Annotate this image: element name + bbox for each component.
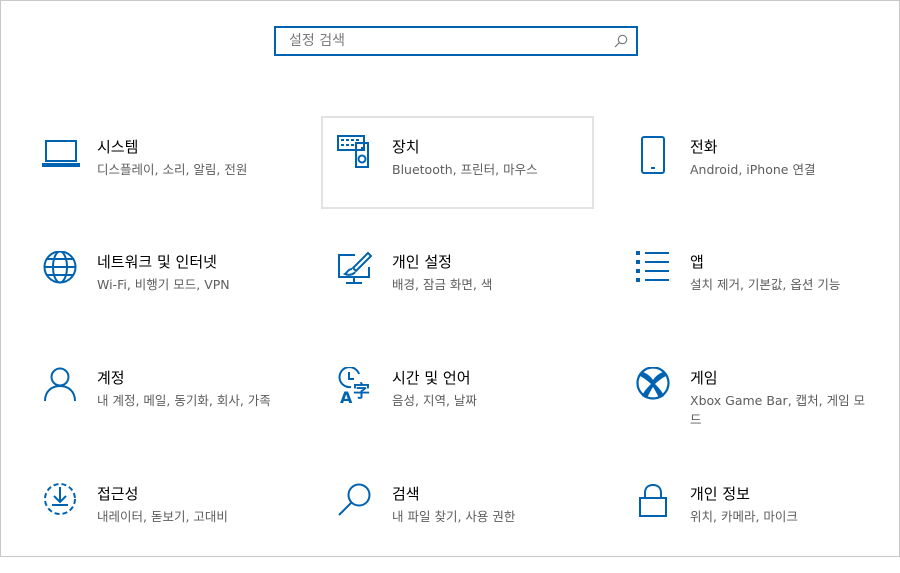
- svg-text:A: A: [340, 388, 353, 407]
- tile-description: 내레이터, 돋보기, 고대비: [97, 509, 228, 524]
- tile-title: 네트워크 및 인터넷: [97, 253, 217, 271]
- tile-description: 위치, 카메라, 마이크: [690, 509, 798, 524]
- xbox-icon: [635, 367, 675, 407]
- tile-accounts[interactable]: 계정 내 계정, 메일, 동기화, 회사, 가족: [40, 365, 312, 457]
- tile-description: Android, iPhone 연결: [690, 162, 816, 177]
- tile-system[interactable]: 시스템 디스플레이, 소리, 알림, 전원: [40, 134, 312, 226]
- tile-description: Bluetooth, 프린터, 마우스: [392, 162, 538, 177]
- tile-description: Wi-Fi, 비행기 모드, VPN: [97, 277, 230, 292]
- tile-title: 접근성: [97, 485, 139, 503]
- tile-description: 내 파일 찾기, 사용 권한: [392, 509, 516, 524]
- tile-phone[interactable]: 전화 Android, iPhone 연결: [633, 134, 883, 226]
- tile-devices[interactable]: 장치 Bluetooth, 프린터, 마우스: [321, 116, 594, 209]
- tile-apps[interactable]: 앱 설치 제거, 기본값, 옵션 기능: [633, 249, 883, 341]
- tile-gaming[interactable]: 게임 Xbox Game Bar, 캡처, 게임 모드: [633, 365, 883, 457]
- search-box[interactable]: [274, 26, 638, 56]
- laptop-icon: [42, 136, 82, 176]
- search-input[interactable]: [276, 28, 606, 54]
- keyboard-speaker-icon: [337, 133, 377, 173]
- tile-search[interactable]: 검색 내 파일 찾기, 사용 권한: [335, 481, 607, 573]
- search-icon[interactable]: [614, 34, 628, 48]
- list-icon: [635, 251, 675, 291]
- ease-of-access-icon: [42, 483, 82, 523]
- tile-description: 배경, 잠금 화면, 색: [392, 277, 493, 292]
- tile-title: 개인 정보: [690, 485, 750, 503]
- tile-time-language[interactable]: A 字 시간 및 언어 음성, 지역, 날짜: [335, 365, 607, 457]
- person-icon: [42, 367, 82, 407]
- tile-description: 설치 제거, 기본값, 옵션 기능: [690, 277, 841, 292]
- lock-icon: [635, 483, 675, 523]
- settings-window: 시스템 디스플레이, 소리, 알림, 전원 장치 Bluetooth, 프린터,…: [0, 0, 900, 557]
- tile-title: 시간 및 언어: [392, 369, 471, 387]
- clock-language-icon: A 字: [337, 367, 377, 407]
- tile-description: 내 계정, 메일, 동기화, 회사, 가족: [97, 393, 271, 408]
- tile-ease-of-access[interactable]: 접근성 내레이터, 돋보기, 고대비: [40, 481, 312, 573]
- tile-title: 전화: [690, 138, 718, 156]
- magnifier-icon: [337, 483, 377, 523]
- svg-text:字: 字: [353, 381, 370, 402]
- tile-network[interactable]: 네트워크 및 인터넷 Wi-Fi, 비행기 모드, VPN: [40, 249, 312, 341]
- phone-icon: [635, 136, 675, 176]
- paint-monitor-icon: [337, 251, 377, 291]
- tile-title: 계정: [97, 369, 125, 387]
- tile-title: 검색: [392, 485, 420, 503]
- tile-title: 장치: [392, 138, 420, 156]
- tile-description: Xbox Game Bar, 캡처, 게임 모드: [690, 393, 866, 427]
- tile-description: 음성, 지역, 날짜: [392, 393, 477, 408]
- tile-title: 게임: [690, 369, 718, 387]
- globe-icon: [42, 251, 82, 291]
- tile-title: 시스템: [97, 138, 139, 156]
- tile-privacy[interactable]: 개인 정보 위치, 카메라, 마이크: [633, 481, 883, 573]
- tile-description: 디스플레이, 소리, 알림, 전원: [97, 162, 248, 177]
- tile-personalization[interactable]: 개인 설정 배경, 잠금 화면, 색: [335, 249, 607, 341]
- tile-title: 앱: [690, 253, 704, 271]
- tile-title: 개인 설정: [392, 253, 452, 271]
